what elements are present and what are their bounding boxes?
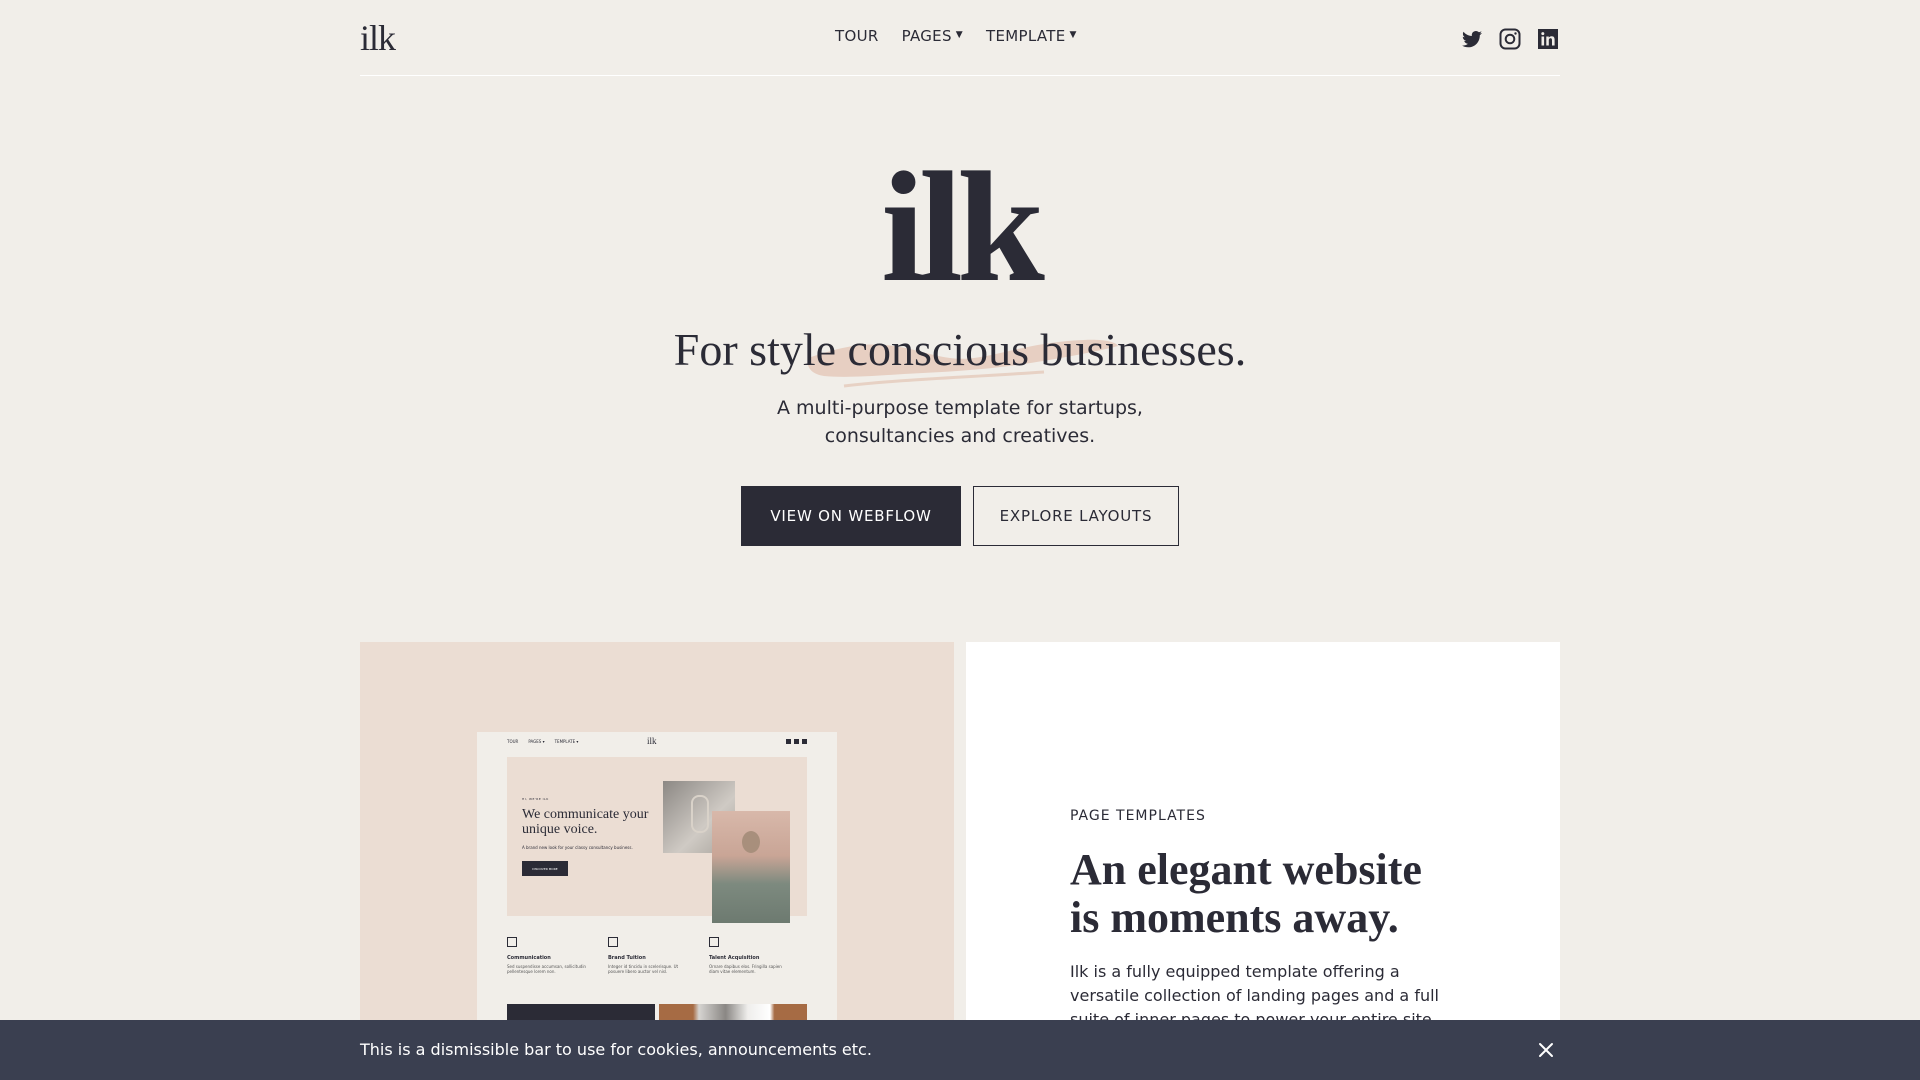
view-on-webflow-button[interactable]: VIEW ON WEBFLOW xyxy=(741,486,961,546)
document-icon xyxy=(507,937,517,947)
people-icon xyxy=(709,937,719,947)
preview-description: A brand new look for your classy consult… xyxy=(522,845,633,850)
preview-nav-item: TEMPLATE ▾ xyxy=(554,739,579,744)
preview-nav-item: PAGES ▾ xyxy=(528,739,545,744)
hero-tagline: For style conscious businesses. xyxy=(673,320,1247,388)
instagram-icon[interactable] xyxy=(1498,27,1522,51)
preview-button: DISCOVER MORE xyxy=(522,861,568,876)
subtitle-line: A multi-purpose template for startups, xyxy=(777,397,1143,419)
hero-subtitle: A multi-purpose template for startups, c… xyxy=(0,394,1920,450)
section-title-line: An elegant website xyxy=(1070,845,1422,894)
tagline-wrap: For style conscious businesses. xyxy=(0,320,1920,388)
tagline-text: For style conscious businesses. xyxy=(673,324,1247,375)
preview-feature-title: Brand Tuition xyxy=(608,955,646,961)
preview-hero: HI, WE'RE ILK We communicate your unique… xyxy=(507,757,807,923)
nav-item-pages[interactable]: PAGES ▼ xyxy=(902,27,963,45)
template-preview-card: TOUR PAGES ▾ TEMPLATE ▾ ilk HI, WE'RE IL… xyxy=(360,642,954,1080)
social-links xyxy=(1460,27,1560,51)
chat-icon xyxy=(608,937,618,947)
nav-label: TEMPLATE xyxy=(986,27,1066,45)
preview-feature-title: Talent Acquisition xyxy=(709,955,760,961)
subtitle-line: consultancies and creatives. xyxy=(824,425,1096,447)
preview-feature-text: Integer id tincidu in scelerisque. Ut po… xyxy=(608,964,679,974)
hero-logo: ilk xyxy=(881,140,1045,315)
twitter-icon[interactable] xyxy=(1460,27,1484,51)
preview-nav-item: TOUR xyxy=(507,739,519,744)
explore-layouts-button[interactable]: EXPLORE LAYOUTS xyxy=(973,486,1179,546)
section-eyebrow: PAGE TEMPLATES xyxy=(1070,808,1206,824)
section-title-line: is moments away. xyxy=(1070,893,1399,942)
linkedin-icon[interactable] xyxy=(1536,27,1560,51)
preview-feature-text: Ornare dapibus elos. Fringilla sapien di… xyxy=(709,964,782,974)
preview-social-icon xyxy=(794,739,799,744)
preview-eyebrow: HI, WE'RE ILK xyxy=(522,797,549,801)
caret-down-icon: ▼ xyxy=(955,30,964,40)
preview-feature: Talent Acquisition Ornare dapibus elos. … xyxy=(709,937,789,974)
preview-logo: ilk xyxy=(647,736,657,746)
nav-label: TOUR xyxy=(835,27,879,45)
main-nav: TOUR PAGES ▼ TEMPLATE ▼ xyxy=(835,27,1077,45)
cookie-bar-text: This is a dismissible bar to use for coo… xyxy=(360,1040,872,1059)
site-header: ilk TOUR PAGES ▼ TEMPLATE ▼ xyxy=(360,0,1560,76)
nav-label: PAGES xyxy=(901,27,952,45)
cookie-bar: This is a dismissible bar to use for coo… xyxy=(0,1020,1920,1080)
close-icon[interactable] xyxy=(1536,1040,1556,1060)
nav-item-template[interactable]: TEMPLATE ▼ xyxy=(986,27,1077,45)
section-title: An elegant website is moments away. xyxy=(1070,846,1490,942)
preview-feature: Brand Tuition Integer id tincidu in scel… xyxy=(608,937,688,974)
preview-social-icon xyxy=(786,739,791,744)
site-logo[interactable]: ilk xyxy=(360,18,396,58)
preview-social-icons xyxy=(786,739,807,744)
page-templates-card: PAGE TEMPLATES An elegant website is mom… xyxy=(966,642,1560,1080)
preview-social-icon xyxy=(802,739,807,744)
preview-feature: Communication Sed suspendisse accumsan, … xyxy=(507,937,587,974)
caret-down-icon: ▼ xyxy=(1069,30,1077,40)
preview-headline: We communicate your unique voice. xyxy=(522,807,649,837)
preview-feature-text: Sed suspendisse accumsan, sollicitudin p… xyxy=(507,964,586,974)
preview-photo-woman xyxy=(712,811,790,923)
nav-item-tour[interactable]: TOUR xyxy=(835,27,879,45)
preview-feature-title: Communication xyxy=(507,955,551,961)
preview-nav: TOUR PAGES ▾ TEMPLATE ▾ xyxy=(507,739,578,744)
